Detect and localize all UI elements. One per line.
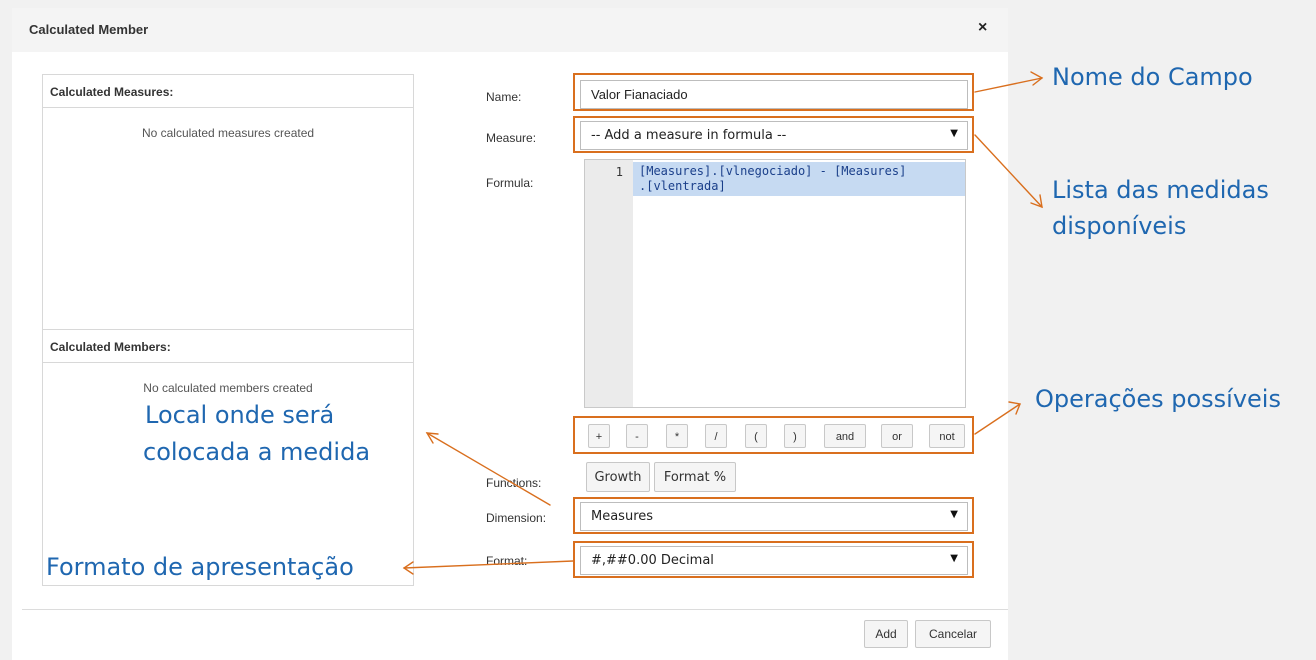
arrow-formato: [403, 560, 574, 569]
annotation-formato: Formato de apresentação: [46, 553, 354, 581]
annotation-operacoes: Operações possíveis: [1035, 385, 1281, 413]
arrow-nome-do-campo: [974, 77, 1043, 93]
annotation-nome-do-campo: Nome do Campo: [1052, 63, 1253, 91]
arrow-lista-medidas: [974, 134, 1043, 208]
arrow-operacoes: [974, 403, 1021, 435]
annotation-local-line1: Local onde será: [145, 401, 335, 429]
annotation-lista-medidas-line2: disponíveis: [1052, 212, 1187, 240]
arrow-local-medida: [426, 432, 551, 506]
annotation-local-line2: colocada a medida: [143, 438, 371, 466]
annotation-lista-medidas-line1: Lista das medidas: [1052, 176, 1269, 204]
